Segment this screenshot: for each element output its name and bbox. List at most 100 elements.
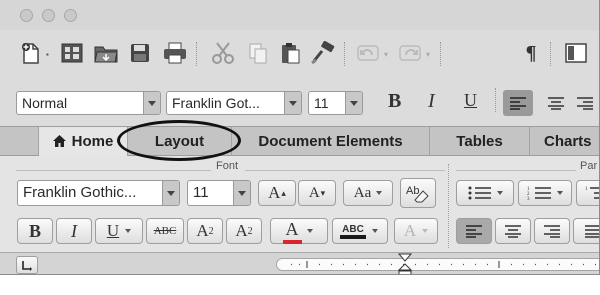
align-right-icon: [577, 97, 593, 110]
zoom-window-button[interactable]: [64, 9, 77, 22]
chevron-down-icon[interactable]: [345, 92, 362, 114]
annotation-ellipse: [117, 120, 241, 161]
ribbon-font-select[interactable]: Franklin Gothic...: [17, 180, 180, 206]
ribbon-align-center-button[interactable]: [495, 218, 531, 244]
redo-icon[interactable]: [396, 38, 424, 68]
toolbar-separator: [440, 42, 441, 66]
undo-menu-icon[interactable]: ▾: [384, 50, 388, 59]
ribbon-font-size-select[interactable]: 11: [187, 180, 251, 206]
group-divider: [456, 170, 576, 171]
bullets-button[interactable]: [456, 180, 514, 206]
grow-font-button[interactable]: A ▴: [258, 180, 296, 206]
caret-down-icon: ▾: [320, 187, 326, 198]
clear-formatting-button[interactable]: Ab: [400, 178, 436, 208]
strikethrough-button[interactable]: ABC: [146, 218, 184, 244]
tab-document-elements[interactable]: Document Elements: [232, 127, 430, 156]
new-document-icon[interactable]: [18, 38, 44, 68]
chevron-down-icon[interactable]: [284, 92, 301, 114]
chevron-down-icon: [125, 229, 132, 233]
format-painter-icon[interactable]: [308, 38, 338, 68]
text-effects-button[interactable]: A: [394, 218, 438, 244]
align-left-button[interactable]: [503, 90, 533, 116]
numbered-list-icon: 123: [527, 187, 551, 201]
bold-button[interactable]: B: [388, 90, 401, 113]
superscript-button[interactable]: A2: [187, 218, 223, 244]
paste-icon[interactable]: [276, 38, 304, 68]
chevron-down-icon[interactable]: [143, 92, 160, 114]
word-window: ▪ ▾ ▾ ¶ Normal Franklin Got... 11 B I U …: [0, 0, 600, 275]
highlight-button[interactable]: ABC: [332, 218, 388, 244]
multilevel-list-button[interactable]: 1: [576, 180, 599, 206]
tab-tables[interactable]: Tables: [430, 127, 530, 156]
cut-icon[interactable]: [208, 38, 238, 68]
chevron-down-icon[interactable]: [233, 181, 250, 205]
font-size-select[interactable]: 11: [308, 91, 363, 115]
italic-button[interactable]: I: [428, 90, 435, 113]
chevron-down-icon[interactable]: [162, 181, 179, 205]
align-right-button[interactable]: [576, 90, 599, 116]
templates-icon[interactable]: [58, 38, 86, 68]
numbering-button[interactable]: 123: [518, 180, 572, 206]
caret-up-icon: ▴: [281, 187, 286, 198]
ribbon-italic-label: I: [71, 220, 77, 241]
tab-charts[interactable]: Charts: [530, 127, 599, 156]
underline-button[interactable]: U: [464, 90, 477, 111]
ribbon-font-size-value: 11: [193, 184, 209, 201]
tab-document-elements-label: Document Elements: [258, 133, 403, 150]
multilevel-list-icon: 1: [585, 187, 599, 199]
minimize-window-button[interactable]: [42, 9, 55, 22]
new-document-menu-icon[interactable]: ▪: [46, 50, 49, 59]
redo-menu-icon[interactable]: ▾: [426, 50, 430, 59]
tab-home[interactable]: Home: [38, 127, 128, 156]
chevron-down-icon: [371, 229, 378, 233]
align-center-button[interactable]: [542, 90, 570, 116]
indent-marker-icon[interactable]: [397, 253, 413, 275]
ruler-bar: [0, 252, 599, 275]
title-bar: [0, 0, 599, 30]
style-select[interactable]: Normal: [16, 91, 161, 115]
ribbon-underline-label: U: [106, 221, 120, 240]
shrink-font-button[interactable]: A ▾: [298, 180, 336, 206]
font-select[interactable]: Franklin Got...: [166, 91, 302, 115]
subscript-button[interactable]: A2: [226, 218, 262, 244]
copy-icon[interactable]: [244, 38, 272, 68]
font-color-button[interactable]: A: [270, 218, 328, 244]
group-separator: [448, 164, 449, 248]
font-color-label: A: [285, 218, 299, 239]
undo-icon[interactable]: [354, 38, 382, 68]
shrink-font-label: A: [308, 184, 320, 201]
save-icon[interactable]: [126, 38, 154, 68]
underline-button-ribbon[interactable]: U: [95, 218, 143, 244]
tab-home-label: Home: [71, 133, 114, 150]
subscript-two-glyph: 2: [247, 225, 253, 237]
strikethrough-label: ABC: [153, 225, 177, 237]
highlight-swatch: [340, 234, 366, 239]
superscript-label: A: [196, 221, 209, 240]
ribbon-tab-bar: Home Layout Document Elements Tables Cha…: [0, 126, 599, 156]
open-icon[interactable]: [92, 38, 120, 68]
group-divider: [245, 170, 445, 171]
change-case-label: Aa: [353, 184, 372, 201]
tab-tables-label: Tables: [456, 133, 503, 150]
pilcrow-icon[interactable]: ¶: [520, 38, 542, 68]
ribbon-justify-button[interactable]: [573, 218, 599, 244]
svg-text:Ab: Ab: [406, 185, 419, 197]
ribbon-font-select-value: Franklin Gothic...: [23, 184, 137, 201]
sidebar-icon[interactable]: [562, 38, 590, 68]
tab-charts-label: Charts: [544, 133, 592, 150]
print-icon[interactable]: [160, 38, 190, 68]
italic-button-ribbon[interactable]: I: [56, 218, 92, 244]
ribbon-align-left-button[interactable]: [456, 218, 492, 244]
superscript-two-glyph: 2: [208, 225, 214, 237]
horizontal-ruler[interactable]: [276, 258, 599, 271]
bold-button-ribbon[interactable]: B: [17, 218, 53, 244]
text-effects-label: A: [403, 221, 417, 240]
tab-stop-selector[interactable]: [16, 256, 38, 274]
formatting-bar: Normal Franklin Got... 11 B I U: [0, 84, 599, 122]
close-window-button[interactable]: [20, 9, 33, 22]
tab-stop-icon: [22, 261, 32, 271]
font-select-value: Franklin Got...: [172, 95, 260, 111]
align-center-icon: [505, 225, 521, 238]
ribbon-align-right-button[interactable]: [534, 218, 570, 244]
change-case-button[interactable]: Aa: [343, 180, 393, 206]
